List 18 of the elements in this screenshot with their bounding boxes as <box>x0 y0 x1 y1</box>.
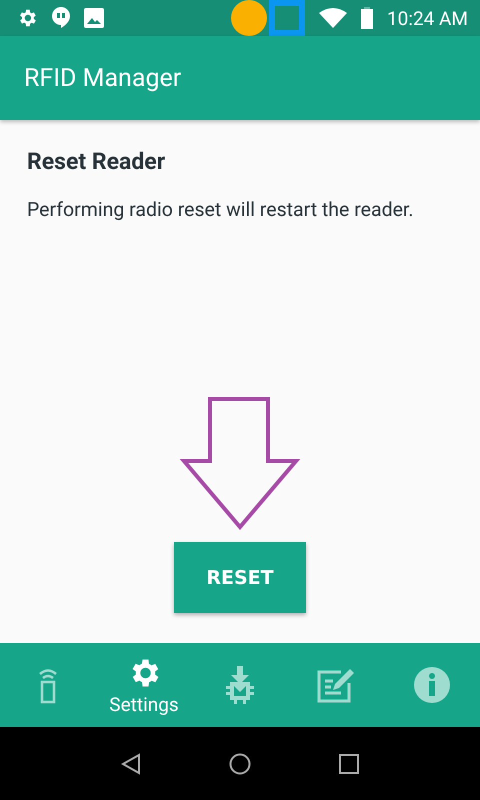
section-heading: Reset Reader <box>27 148 166 175</box>
description-text: Performing radio reset will restart the reader. <box>27 197 415 222</box>
clock-time: 10:24 AM <box>386 6 468 30</box>
recents-icon[interactable] <box>339 754 359 774</box>
reset-button[interactable]: RESET <box>174 542 306 613</box>
nav-tab[interactable]: Settings <box>96 654 192 716</box>
reader-icon <box>37 666 59 704</box>
image-icon <box>84 8 104 28</box>
info-icon <box>414 667 450 703</box>
battery-icon <box>360 7 373 29</box>
edit-note-icon <box>317 667 355 703</box>
back-icon[interactable] <box>121 752 141 774</box>
circle-icon <box>230 0 267 36</box>
home-icon[interactable] <box>229 752 251 774</box>
chip-download-icon <box>225 666 255 704</box>
chat-bubble-icon <box>52 7 70 29</box>
wifi-icon <box>318 8 347 28</box>
app-title: RFID Manager <box>24 64 182 92</box>
